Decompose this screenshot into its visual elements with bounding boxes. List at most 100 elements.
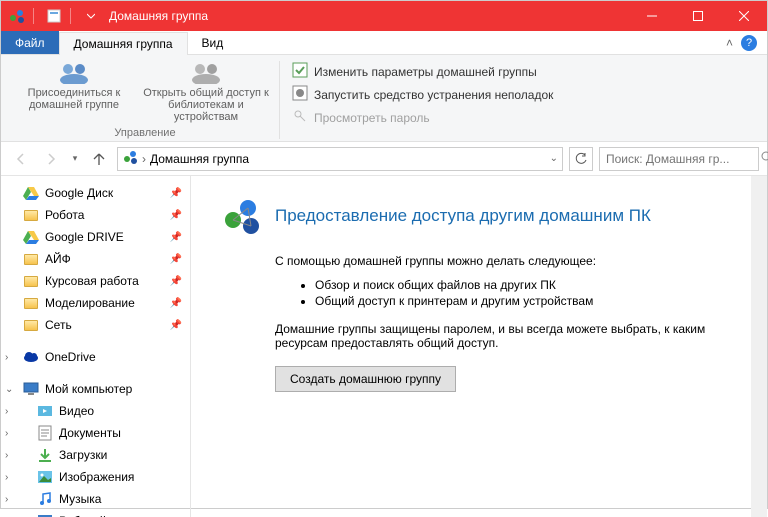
nav-back-button[interactable]	[9, 147, 33, 171]
folder-icon	[23, 207, 39, 223]
content-note: Домашние группы защищены паролем, и вы в…	[275, 322, 737, 350]
maximize-button[interactable]	[675, 1, 721, 31]
titlebar: Домашняя группа	[1, 1, 767, 31]
pin-icon: 📌	[170, 188, 182, 199]
pin-icon: 📌	[170, 276, 182, 287]
nav-up-button[interactable]	[87, 147, 111, 171]
sidebar-item-label: Google DRIVE	[45, 230, 124, 244]
content-pane: Предоставление доступа другим домашним П…	[191, 176, 767, 517]
pin-icon: 📌	[170, 254, 182, 265]
ribbon-collapse-icon[interactable]: ˄	[726, 36, 733, 50]
sidebar-item[interactable]: Google Диск 📌	[1, 182, 190, 204]
qat-properties-icon[interactable]	[42, 4, 66, 28]
close-button[interactable]	[721, 1, 767, 31]
content-bullets: Обзор и поиск общих файлов на других ПК О…	[315, 278, 737, 308]
cloud-icon	[23, 349, 39, 365]
sidebar-item-label: Google Диск	[45, 186, 113, 200]
sidebar-item-label: Музыка	[59, 492, 101, 506]
sidebar-item[interactable]: Google DRIVE 📌	[1, 226, 190, 248]
list-item: Обзор и поиск общих файлов на других ПК	[315, 278, 737, 292]
share-libraries-button[interactable]: Открыть общий доступ к библиотекам и уст…	[141, 61, 271, 123]
scrollbar[interactable]	[751, 176, 767, 517]
sidebar-item-label: Курсовая работа	[45, 274, 139, 288]
sidebar-item-label: АЙФ	[45, 252, 71, 266]
sidebar-onedrive[interactable]: › OneDrive	[1, 346, 190, 368]
tab-file[interactable]: Файл	[1, 31, 59, 54]
sidebar-item[interactable]: Сеть📌	[1, 314, 190, 336]
pin-icon: 📌	[170, 210, 182, 221]
pin-icon: 📌	[170, 298, 182, 309]
content-heading: Предоставление доступа другим домашним П…	[275, 206, 651, 226]
music-icon	[37, 491, 53, 507]
address-bar[interactable]: › Домашняя группа ⌄	[117, 147, 563, 171]
sidebar-item[interactable]: АЙФ 📌	[1, 248, 190, 270]
change-settings-button[interactable]: Изменить параметры домашней группы	[288, 61, 557, 82]
qat-dropdown-icon[interactable]	[79, 4, 103, 28]
create-homegroup-button[interactable]: Создать домашнюю группу	[275, 366, 456, 392]
address-dropdown-icon[interactable]: ⌄	[550, 153, 558, 164]
sidebar-item[interactable]: › Изображения	[1, 466, 190, 488]
app-icon	[5, 4, 29, 28]
nav-recent-dropdown[interactable]: ▾	[69, 147, 81, 171]
wrench-icon	[292, 85, 308, 104]
folder-icon	[23, 251, 39, 267]
chevron-right-icon[interactable]: ›	[5, 494, 17, 505]
sidebar-item-label: Изображения	[59, 470, 134, 484]
video-icon	[37, 403, 53, 419]
sidebar-item[interactable]: › Музыка	[1, 488, 190, 510]
folder-icon	[23, 273, 39, 289]
folder-icon	[23, 317, 39, 333]
chevron-right-icon[interactable]: ›	[5, 352, 17, 363]
gdrive-icon	[23, 229, 39, 245]
sidebar: Google Диск📌Робота📌Google DRIVE📌АЙФ📌Курс…	[1, 176, 191, 517]
window-title: Домашняя группа	[109, 9, 208, 23]
troubleshoot-button[interactable]: Запустить средство устранения неполадок	[288, 84, 557, 105]
sidebar-item[interactable]: ›Документы	[1, 422, 190, 444]
pin-icon: 📌	[170, 320, 182, 331]
downloads-icon	[37, 447, 53, 463]
chevron-right-icon: ›	[142, 152, 146, 166]
tab-view[interactable]: Вид	[188, 31, 238, 54]
sidebar-item[interactable]: Моделирование📌	[1, 292, 190, 314]
navbar: ▾ › Домашняя группа ⌄	[1, 142, 767, 176]
key-icon	[292, 108, 308, 127]
sidebar-item[interactable]: Курсовая работа 📌	[1, 270, 190, 292]
sidebar-item-label: Загрузки	[59, 448, 107, 462]
sidebar-item[interactable]: › Загрузки	[1, 444, 190, 466]
nav-forward-button[interactable]	[39, 147, 63, 171]
sidebar-item-label: Робота	[45, 208, 84, 222]
homegroup-icon	[122, 149, 138, 168]
folder-icon	[23, 295, 39, 311]
tab-homegroup[interactable]: Домашняя группа	[59, 32, 188, 55]
minimize-button[interactable]	[629, 1, 675, 31]
address-path: Домашняя группа	[150, 152, 249, 166]
view-password-button[interactable]: Просмотреть пароль	[288, 107, 557, 128]
chevron-right-icon[interactable]: ›	[5, 406, 17, 417]
sidebar-item[interactable]: ›Рабочий стол	[1, 510, 190, 517]
list-item: Общий доступ к принтерам и другим устрой…	[315, 294, 737, 308]
sidebar-item[interactable]: Робота 📌	[1, 204, 190, 226]
chevron-right-icon[interactable]: ›	[5, 472, 17, 483]
settings-icon	[292, 62, 308, 81]
sidebar-thispc[interactable]: ⌄ Мой компьютер	[1, 378, 190, 400]
menu-tabs: Файл Домашняя группа Вид ˄ ?	[1, 31, 767, 55]
docs-icon	[37, 425, 53, 441]
sidebar-item[interactable]: › Видео	[1, 400, 190, 422]
help-icon[interactable]: ?	[741, 35, 757, 51]
content-intro: С помощью домашней группы можно делать с…	[275, 254, 737, 268]
chevron-down-icon[interactable]: ⌄	[5, 384, 17, 395]
computer-icon	[23, 381, 39, 397]
ribbon-group-label: Управление	[114, 127, 175, 139]
sidebar-item-label: Видео	[59, 404, 94, 418]
search-input[interactable]	[606, 152, 761, 166]
ribbon: Присоединиться к домашней группе Открыть…	[1, 55, 767, 142]
pin-icon: 📌	[170, 232, 182, 243]
gdrive-icon	[23, 185, 39, 201]
refresh-button[interactable]	[569, 147, 593, 171]
join-homegroup-button[interactable]: Присоединиться к домашней группе	[19, 61, 129, 123]
search-box[interactable]	[599, 147, 759, 171]
homegroup-large-icon	[221, 196, 261, 236]
chevron-right-icon[interactable]: ›	[5, 428, 17, 439]
people-icon	[58, 61, 90, 85]
chevron-right-icon[interactable]: ›	[5, 450, 17, 461]
